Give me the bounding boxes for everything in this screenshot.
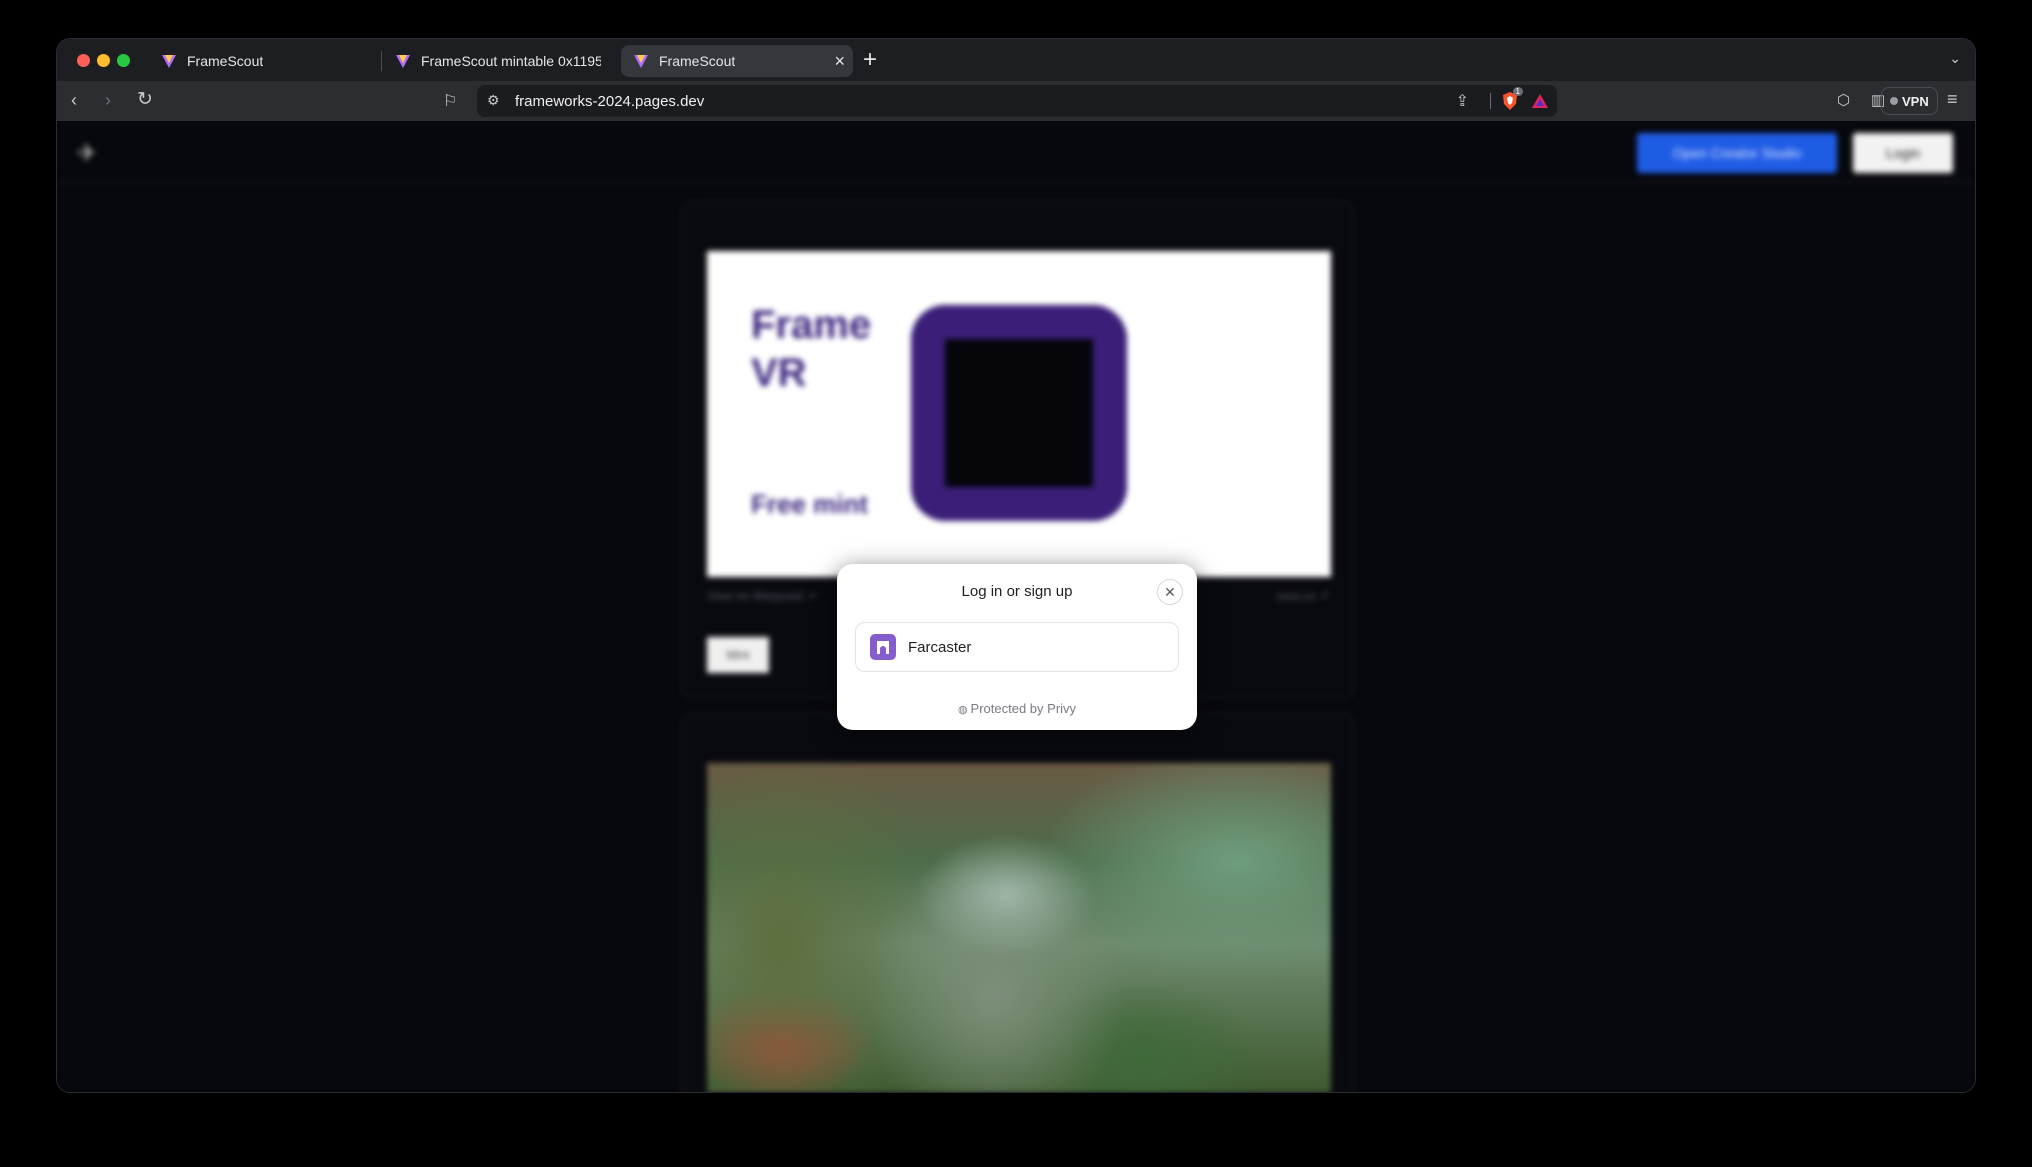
open-creator-studio-button[interactable]: Open Creator Studio (1637, 133, 1837, 173)
close-icon[interactable]: ✕ (1157, 579, 1183, 605)
vr-logo-icon (911, 305, 1127, 521)
iguana-jungle-image (707, 763, 1331, 1092)
mint-button[interactable]: Mint (707, 637, 769, 673)
framescout-favicon-icon (634, 55, 648, 68)
tab-close-icon[interactable]: × (834, 52, 845, 70)
new-tab-button[interactable]: + (863, 48, 877, 72)
brave-rewards-icon[interactable] (1531, 92, 1549, 110)
browser-window: FrameScout FrameScout mintable 0x1195cf6… (56, 38, 1976, 1093)
close-window-button[interactable] (77, 54, 90, 67)
tab-title: FrameScout mintable 0x1195cf65f (421, 53, 601, 69)
privy-footer-text: Protected by Privy (970, 701, 1077, 716)
login-button[interactable]: Login (1853, 133, 1953, 173)
rocket-logo-icon[interactable]: ✈ (77, 139, 105, 167)
tab-list-chevron-down-icon[interactable]: ⌄ (1949, 50, 1961, 67)
vpn-button[interactable]: VPN (1881, 87, 1938, 115)
farcaster-label: Farcaster (908, 638, 972, 656)
forward-button[interactable]: › (105, 89, 111, 111)
tab-framescout-1[interactable]: FrameScout (149, 45, 379, 77)
shield-count-badge: 1 (1512, 87, 1523, 96)
vpn-label: VPN (1902, 93, 1929, 109)
extensions-icon[interactable]: ⬡ (1837, 91, 1850, 109)
share-icon[interactable]: ⇪ (1456, 91, 1469, 111)
tab-framescout-mintable[interactable]: FrameScout mintable 0x1195cf65f (383, 45, 613, 77)
tab-framescout-active[interactable]: FrameScout × (621, 45, 853, 77)
minimize-window-button[interactable] (97, 54, 110, 67)
reload-button[interactable]: ↻ (137, 89, 153, 111)
browser-toolbar: ‹ › ↻ ⚐ ⚙ frameworks-2024.pages.dev ⇪ 1 … (57, 81, 1975, 121)
site-header: ✈ Open Creator Studio Login (57, 121, 1975, 183)
site-settings-icon[interactable]: ⚙ (487, 92, 500, 109)
back-button[interactable]: ‹ (71, 89, 77, 111)
address-bar[interactable]: ⚙ frameworks-2024.pages.dev ⇪ 1 (477, 85, 1557, 117)
page-content: ✈ Open Creator Studio Login Frame VR Fre… (57, 121, 1975, 1092)
privy-footer: ◍ Protected by Privy (837, 701, 1197, 716)
privy-icon: ◍ (957, 704, 968, 716)
tab-title: FrameScout (659, 53, 736, 69)
menu-icon[interactable]: ≡ (1947, 89, 1958, 110)
maximize-window-button[interactable] (117, 54, 130, 67)
zora-link[interactable]: zora.co ↗ (1276, 589, 1329, 603)
tab-title: FrameScout (187, 53, 264, 69)
url-text[interactable]: frameworks-2024.pages.dev (515, 93, 704, 110)
frame-card (681, 713, 1355, 1092)
login-modal: Log in or sign up ✕ Farcaster ◍ Protected… (837, 564, 1197, 730)
framescout-favicon-icon (162, 55, 176, 68)
frame-image: Frame VR Free mint (707, 251, 1331, 577)
frame-title: Frame VR (751, 303, 872, 395)
vr-logo-inner (945, 339, 1093, 487)
vpn-status-dot (1890, 97, 1898, 105)
framescout-favicon-icon (396, 55, 410, 68)
frame-subtitle: Free mint (751, 489, 869, 519)
tab-divider (381, 51, 382, 71)
tab-strip: FrameScout FrameScout mintable 0x1195cf6… (57, 39, 1975, 81)
farcaster-icon (870, 634, 896, 660)
bookmark-icon[interactable]: ⚐ (443, 91, 457, 111)
view-on-warpcast-link[interactable]: View on Warpcast ↗ (707, 589, 816, 603)
address-bar-divider (1490, 93, 1491, 109)
farcaster-login-button[interactable]: Farcaster (855, 622, 1179, 672)
modal-title: Log in or sign up (961, 583, 1073, 600)
